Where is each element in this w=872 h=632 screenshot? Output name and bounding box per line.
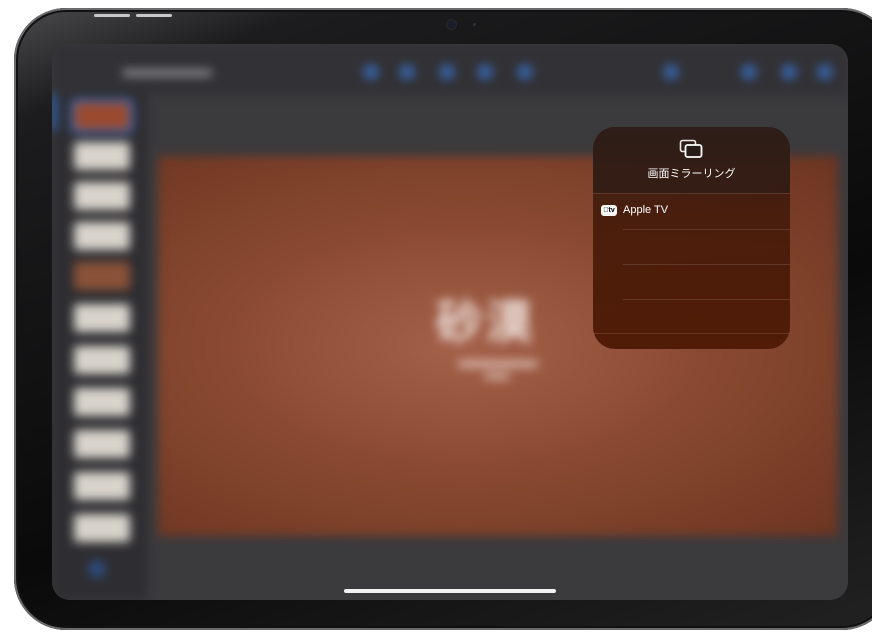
screen: 砂漠 画面ミラーリング tv Apple TV <box>52 44 848 600</box>
toolbar-icon <box>518 65 532 79</box>
screen-mirroring-icon <box>679 139 703 158</box>
slide-thumbnail <box>74 514 130 542</box>
toolbar-icon <box>818 65 832 79</box>
slide-thumbnail <box>74 182 130 210</box>
panel-header: 画面ミラーリング <box>593 127 790 193</box>
device-name: Apple TV <box>623 204 669 216</box>
device-row-apple-tv[interactable]: tv Apple TV <box>593 195 790 229</box>
slide-navigator <box>52 94 147 600</box>
screen-mirroring-panel: 画面ミラーリング tv Apple TV <box>593 127 790 349</box>
slide-thumbnail <box>74 430 130 458</box>
slide-subtitle-placeholder <box>484 374 510 379</box>
slide-thumbnail <box>74 304 130 332</box>
divider <box>623 299 790 300</box>
slide-thumbnail <box>74 142 130 170</box>
slide-thumbnail <box>71 99 133 133</box>
volume-button <box>94 14 130 17</box>
panel-title: 画面ミラーリング <box>647 167 736 180</box>
divider <box>623 264 790 265</box>
ambient-sensor <box>473 23 476 26</box>
slide-subtitle-placeholder <box>458 361 538 367</box>
divider <box>593 193 790 194</box>
slide-thumbnail <box>74 222 130 250</box>
apple-tv-icon: tv <box>601 205 617 216</box>
toolbar-icon <box>742 65 756 79</box>
home-indicator[interactable] <box>344 589 556 593</box>
slide-title: 砂漠 <box>436 295 536 349</box>
toolbar-icon <box>440 65 454 79</box>
add-slide-icon <box>88 560 106 578</box>
slide-thumbnail <box>74 472 130 500</box>
front-camera <box>447 20 456 29</box>
volume-button <box>136 14 172 17</box>
toolbar-icon <box>782 65 796 79</box>
slide-thumbnail <box>74 262 130 290</box>
slide-thumbnail <box>74 388 130 416</box>
toolbar-icon <box>364 65 378 79</box>
selection-indicator <box>52 94 56 130</box>
document-title-placeholder <box>122 70 212 76</box>
divider <box>623 229 790 230</box>
toolbar-icon <box>400 65 414 79</box>
toolbar-icon <box>664 65 678 79</box>
app-toolbar <box>52 44 848 94</box>
toolbar-icon <box>478 65 492 79</box>
slide-thumbnail <box>74 346 130 374</box>
divider <box>593 333 790 334</box>
